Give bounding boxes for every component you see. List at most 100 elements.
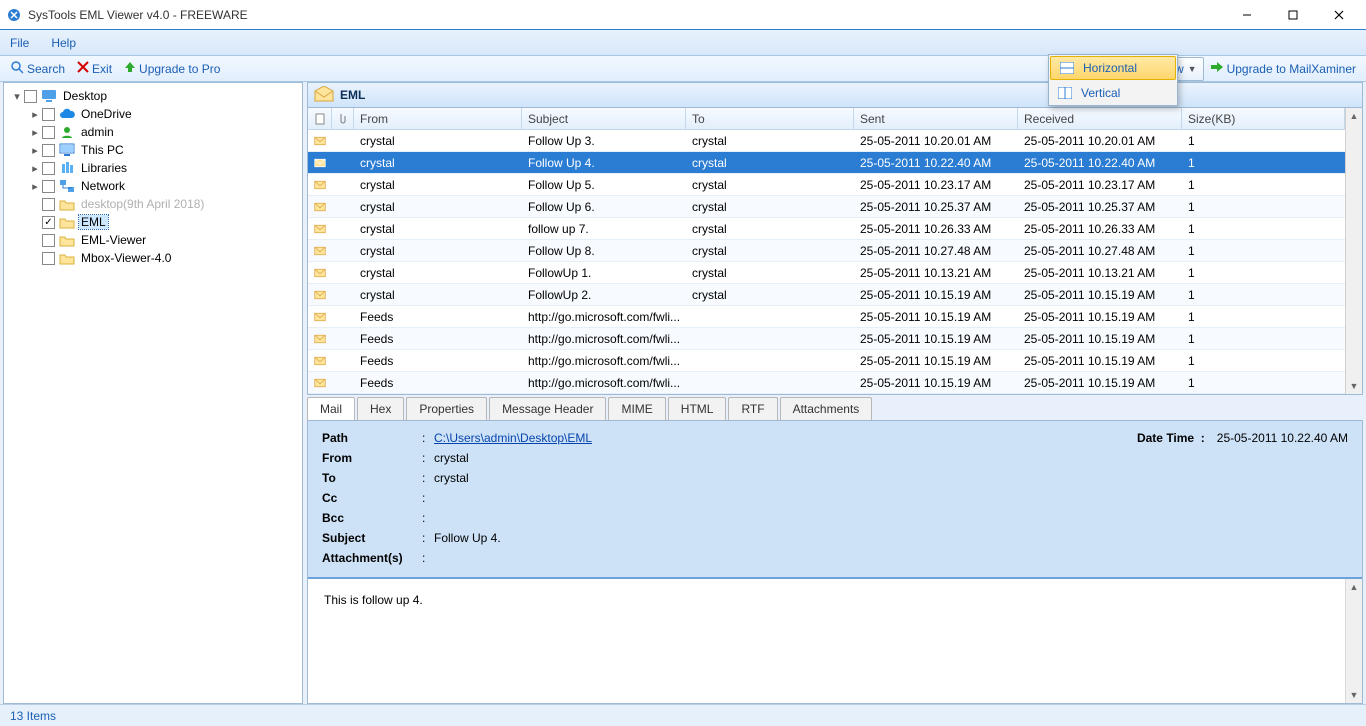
preview-path-link[interactable]: C:\Users\admin\Desktop\EML [434,431,592,445]
envelope-icon [314,245,326,257]
tree-node-onedrive[interactable]: ▸ OneDrive [4,105,302,123]
col-size[interactable]: Size(KB) [1182,108,1345,129]
grid-body[interactable]: crystalFollow Up 3.crystal25-05-2011 10.… [308,130,1345,394]
switch-vertical-label: Vertical [1079,86,1122,100]
col-sent[interactable]: Sent [854,108,1018,129]
scroll-down-icon[interactable]: ▼ [1346,687,1362,703]
tree-node-mbox[interactable]: Mbox-Viewer-4.0 [4,249,302,267]
checkbox[interactable] [42,198,55,211]
expander-spacer [28,234,42,246]
expander-spacer [28,198,42,210]
tab-mail[interactable]: Mail [307,397,355,420]
cell-to: crystal [686,178,854,192]
tree-node-desktop-dated[interactable]: desktop(9th April 2018) [4,195,302,213]
menubar: File Help [0,30,1366,56]
expander-icon[interactable]: ▸ [28,108,42,121]
expander-icon[interactable]: ▸ [28,180,42,193]
cell-from: crystal [354,134,522,148]
table-row[interactable]: crystalFollow Up 4.crystal25-05-2011 10.… [308,152,1345,174]
table-row[interactable]: crystalFollow Up 3.crystal25-05-2011 10.… [308,130,1345,152]
menu-file[interactable]: File [10,36,29,50]
checkbox[interactable] [42,252,55,265]
folder-icon [59,250,75,266]
preview-body-text: This is follow up 4. [324,593,423,607]
tree-node-eml[interactable]: ✓ EML [4,213,302,231]
folder-tree[interactable]: ▾ Desktop ▸ OneDrive ▸ admin ▸ [4,83,302,703]
menu-help[interactable]: Help [51,36,76,50]
envelope-icon [314,377,326,389]
table-row[interactable]: crystalFollowUp 2.crystal25-05-2011 10.1… [308,284,1345,306]
tree-node-emlviewer[interactable]: EML-Viewer [4,231,302,249]
checkbox[interactable] [24,90,37,103]
table-row[interactable]: Feedshttp://go.microsoft.com/fwli...25-0… [308,328,1345,350]
tree-node-libraries[interactable]: ▸ Libraries [4,159,302,177]
preview-to: crystal [434,471,469,485]
tab-attachments[interactable]: Attachments [780,397,873,420]
expander-icon[interactable]: ▸ [28,126,42,139]
col-attach[interactable] [332,108,354,129]
col-subject[interactable]: Subject [522,108,686,129]
tab-properties[interactable]: Properties [406,397,487,420]
tree-node-thispc[interactable]: ▸ This PC [4,141,302,159]
table-row[interactable]: Feedshttp://go.microsoft.com/fwli...25-0… [308,350,1345,372]
close-button[interactable] [1316,0,1362,30]
exit-button[interactable]: Exit [71,57,118,81]
scroll-up-icon[interactable]: ▲ [1346,579,1362,595]
maximize-button[interactable] [1270,0,1316,30]
checkbox[interactable] [42,162,55,175]
cell-from: crystal [354,244,522,258]
tree-node-desktop[interactable]: ▾ Desktop [4,87,302,105]
col-from[interactable]: From [354,108,522,129]
table-row[interactable]: crystalfollow up 7.crystal25-05-2011 10.… [308,218,1345,240]
label-subject: Subject [322,531,422,545]
cell-size: 1 [1182,134,1345,148]
scroll-up-icon[interactable]: ▲ [1346,108,1362,124]
cell-size: 1 [1182,354,1345,368]
cell-subject: Follow Up 5. [522,178,686,192]
switch-view-menu: Horizontal Vertical [1048,54,1178,106]
col-icon[interactable] [308,108,332,129]
expander-icon[interactable]: ▸ [28,162,42,175]
col-received[interactable]: Received [1018,108,1182,129]
checkbox-checked[interactable]: ✓ [42,216,55,229]
cell-size: 1 [1182,266,1345,280]
checkbox[interactable] [42,180,55,193]
table-row[interactable]: crystalFollow Up 6.crystal25-05-2011 10.… [308,196,1345,218]
preview-scrollbar[interactable]: ▲ ▼ [1345,579,1362,703]
cell-received: 25-05-2011 10.15.19 AM [1018,288,1182,302]
tree-node-network[interactable]: ▸ Network [4,177,302,195]
search-button[interactable]: Search [4,57,71,81]
checkbox[interactable] [42,144,55,157]
minimize-button[interactable] [1224,0,1270,30]
cell-from: Feeds [354,354,522,368]
tab-hex[interactable]: Hex [357,397,404,420]
table-row[interactable]: Feedshttp://go.microsoft.com/fwli...25-0… [308,372,1345,394]
checkbox[interactable] [42,108,55,121]
expander-icon[interactable]: ▾ [10,90,24,103]
switch-horizontal-item[interactable]: Horizontal [1050,56,1176,80]
checkbox[interactable] [42,126,55,139]
tree-label: Network [79,179,127,193]
cell-received: 25-05-2011 10.26.33 AM [1018,222,1182,236]
table-row[interactable]: Feedshttp://go.microsoft.com/fwli...25-0… [308,306,1345,328]
upgrade-pro-button[interactable]: Upgrade to Pro [118,57,226,81]
table-row[interactable]: crystalFollow Up 5.crystal25-05-2011 10.… [308,174,1345,196]
tab-message-header[interactable]: Message Header [489,397,606,420]
preview-body[interactable]: This is follow up 4. ▲ ▼ [308,579,1362,703]
tree-label: desktop(9th April 2018) [79,197,206,211]
col-to[interactable]: To [686,108,854,129]
tab-mime[interactable]: MIME [608,397,665,420]
grid-scrollbar[interactable]: ▲ ▼ [1345,108,1362,394]
cell-received: 25-05-2011 10.15.19 AM [1018,310,1182,324]
tab-html[interactable]: HTML [668,397,727,420]
table-row[interactable]: crystalFollow Up 8.crystal25-05-2011 10.… [308,240,1345,262]
table-row[interactable]: crystalFollowUp 1.crystal25-05-2011 10.1… [308,262,1345,284]
main-panel: EML From Subject To Sent Received Size(K… [307,82,1363,704]
upgrade-mailxaminer-button[interactable]: Upgrade to MailXaminer [1204,57,1362,81]
tree-node-admin[interactable]: ▸ admin [4,123,302,141]
checkbox[interactable] [42,234,55,247]
expander-icon[interactable]: ▸ [28,144,42,157]
scroll-down-icon[interactable]: ▼ [1346,378,1362,394]
switch-vertical-item[interactable]: Vertical [1049,81,1177,105]
tab-rtf[interactable]: RTF [728,397,777,420]
